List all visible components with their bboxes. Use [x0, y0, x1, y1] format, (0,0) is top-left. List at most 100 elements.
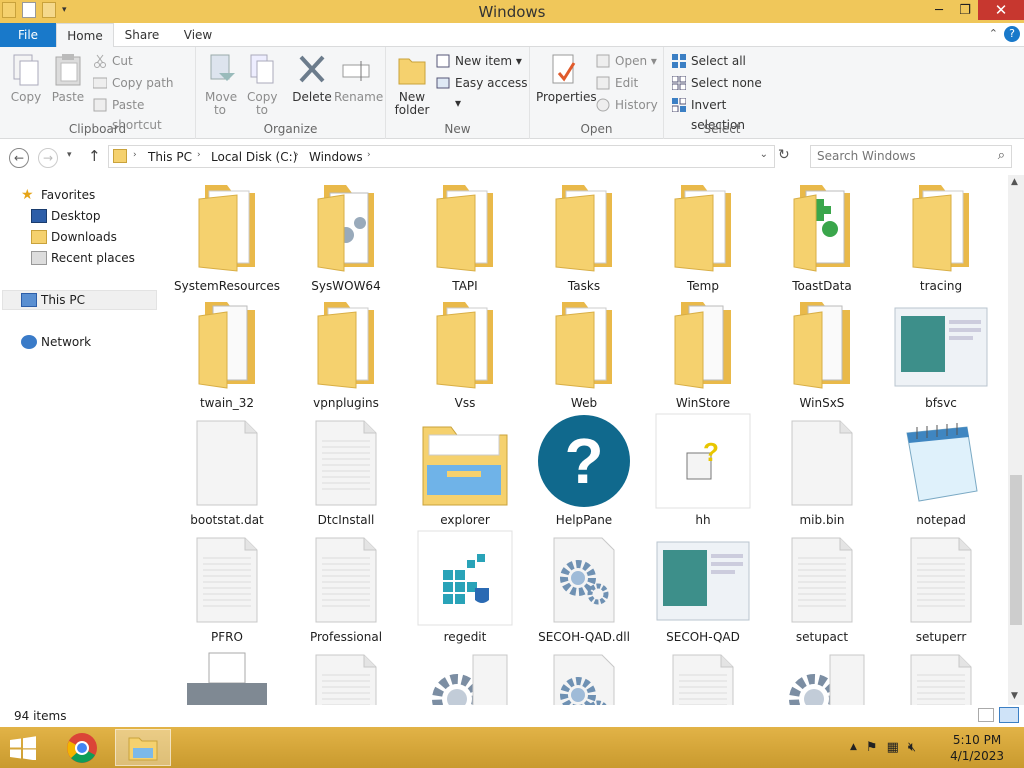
volume-muted-icon[interactable]: 🔇︎	[908, 740, 916, 755]
copy-path-button[interactable]: Copy path	[92, 73, 174, 93]
show-hidden-icons-icon[interactable]: ▲	[850, 740, 857, 755]
file-item[interactable]: ? hh	[648, 413, 758, 528]
clock[interactable]: 5:10 PM 4/1/2023	[950, 732, 1004, 764]
select-none-button[interactable]: Select none	[671, 73, 762, 93]
file-item[interactable]: setupact	[767, 530, 877, 645]
nav-desktop[interactable]: Desktop	[31, 206, 101, 226]
minimize-button[interactable]: ─	[926, 0, 952, 20]
paste-shortcut-button[interactable]: Paste shortcut	[93, 95, 195, 132]
scrollbar-thumb[interactable]	[1010, 475, 1022, 625]
help-icon[interactable]: ?	[1004, 26, 1020, 42]
file-item[interactable]: bootstat.dat	[172, 413, 282, 528]
cut-button[interactable]: Cut	[93, 51, 133, 71]
nav-downloads[interactable]: Downloads	[31, 227, 117, 247]
file-item[interactable]: Tasks	[529, 179, 639, 294]
file-item[interactable]: Vss	[410, 296, 520, 411]
tab-home[interactable]: Home	[56, 23, 114, 48]
file-item[interactable]: WinStore	[648, 296, 758, 411]
file-item[interactable]: SECOH-QAD	[648, 530, 758, 645]
address-dropdown-icon[interactable]: ⌄	[760, 149, 768, 160]
select-all-button[interactable]: Select all	[672, 51, 746, 71]
copy-button[interactable]: Copy	[4, 51, 48, 104]
tab-file[interactable]: File	[0, 23, 56, 47]
recent-locations-icon[interactable]: ▾	[67, 150, 72, 160]
search-icon[interactable]: ⌕	[998, 148, 1005, 163]
crumb-windows[interactable]: Windows	[309, 150, 363, 164]
edit-button[interactable]: Edit	[596, 73, 638, 93]
chrome-icon	[67, 732, 97, 763]
network-status-icon[interactable]: ▦	[887, 740, 899, 755]
copy-path-icon	[92, 76, 108, 90]
new-item-button[interactable]: New item ▾	[436, 51, 522, 71]
rename-button[interactable]: Rename	[334, 51, 383, 104]
search-input[interactable]	[817, 149, 987, 163]
address-box[interactable]: › This PC › Local Disk (C:) › Windows › …	[108, 145, 775, 168]
nav-network[interactable]: Network	[21, 332, 91, 352]
delete-icon	[297, 53, 327, 87]
crumb-this-pc[interactable]: This PC	[148, 150, 192, 164]
file-item[interactable]	[767, 647, 877, 705]
large-icons-view-icon[interactable]	[999, 707, 1019, 723]
file-item[interactable]: ? HelpPane	[529, 413, 639, 528]
file-item[interactable]	[529, 647, 639, 705]
tab-view[interactable]: View	[170, 23, 226, 47]
new-folder-button[interactable]: New folder	[390, 51, 434, 117]
file-item[interactable]: Temp	[648, 179, 758, 294]
back-button[interactable]: ←	[9, 148, 29, 168]
vertical-scrollbar[interactable]: ▲ ▼	[1008, 175, 1024, 705]
crumb-local-disk[interactable]: Local Disk (C:)	[211, 150, 297, 164]
tab-share[interactable]: Share	[114, 23, 170, 47]
folder-icon	[663, 179, 743, 275]
close-button[interactable]: ✕	[978, 0, 1024, 20]
file-item[interactable]	[291, 647, 401, 705]
file-item[interactable]: ToastData	[767, 179, 877, 294]
nav-recent-places[interactable]: Recent places	[31, 248, 135, 268]
file-item[interactable]: notepad	[886, 413, 996, 528]
file-item[interactable]: bfsvc	[886, 296, 996, 411]
collapse-ribbon-icon[interactable]: ⌃	[989, 27, 998, 40]
file-item[interactable]: mib.bin	[767, 413, 877, 528]
forward-button[interactable]: →	[38, 148, 58, 168]
file-item[interactable]	[648, 647, 758, 705]
file-item[interactable]	[886, 647, 996, 705]
nav-this-pc[interactable]: This PC	[21, 290, 85, 310]
file-item[interactable]: SysWOW64	[291, 179, 401, 294]
refresh-icon[interactable]: ↻	[778, 147, 790, 163]
open-button[interactable]: Open ▾	[596, 51, 657, 71]
copy-to-button[interactable]: Copy to	[240, 51, 284, 117]
taskbar-chrome[interactable]	[54, 729, 110, 766]
nav-favorites[interactable]: ★ Favorites	[21, 185, 95, 205]
move-to-button[interactable]: Move to	[198, 51, 242, 117]
file-item[interactable]: SECOH-QAD.dll	[529, 530, 639, 645]
file-item[interactable]: SystemResources	[172, 179, 282, 294]
file-item[interactable]: DtcInstall	[291, 413, 401, 528]
delete-button[interactable]: Delete	[290, 51, 334, 104]
taskbar-file-explorer[interactable]	[115, 729, 171, 766]
search-box[interactable]: ⌕	[810, 145, 1012, 168]
file-item[interactable]: tracing	[886, 179, 996, 294]
file-item[interactable]: setuperr	[886, 530, 996, 645]
scroll-down-icon[interactable]: ▼	[1011, 691, 1018, 701]
restore-button[interactable]: ❐	[952, 0, 978, 20]
file-item[interactable]: vpnplugins	[291, 296, 401, 411]
up-arrow-icon[interactable]: ↑	[88, 147, 101, 165]
history-button[interactable]: History	[596, 95, 658, 115]
file-item[interactable]: explorer	[410, 413, 520, 528]
file-item[interactable]	[410, 647, 520, 705]
file-item[interactable]: WinSxS	[767, 296, 877, 411]
start-button[interactable]	[8, 736, 38, 761]
file-item[interactable]: Web	[529, 296, 639, 411]
file-item[interactable]: Professional	[291, 530, 401, 645]
properties-button[interactable]: Properties	[536, 51, 597, 104]
invert-selection-button[interactable]: Invert selection	[671, 95, 780, 132]
paste-button[interactable]: Paste	[46, 51, 90, 104]
file-item[interactable]: regedit	[410, 530, 520, 645]
action-center-flag-icon[interactable]: ⚑	[866, 740, 878, 755]
scroll-up-icon[interactable]: ▲	[1011, 177, 1018, 187]
file-item[interactable]: TAPI	[410, 179, 520, 294]
file-item[interactable]: twain_32	[172, 296, 282, 411]
file-item[interactable]	[172, 647, 282, 705]
file-item[interactable]: PFRO	[172, 530, 282, 645]
easy-access-button[interactable]: Easy access ▾	[436, 73, 529, 110]
details-view-icon[interactable]	[978, 708, 994, 722]
